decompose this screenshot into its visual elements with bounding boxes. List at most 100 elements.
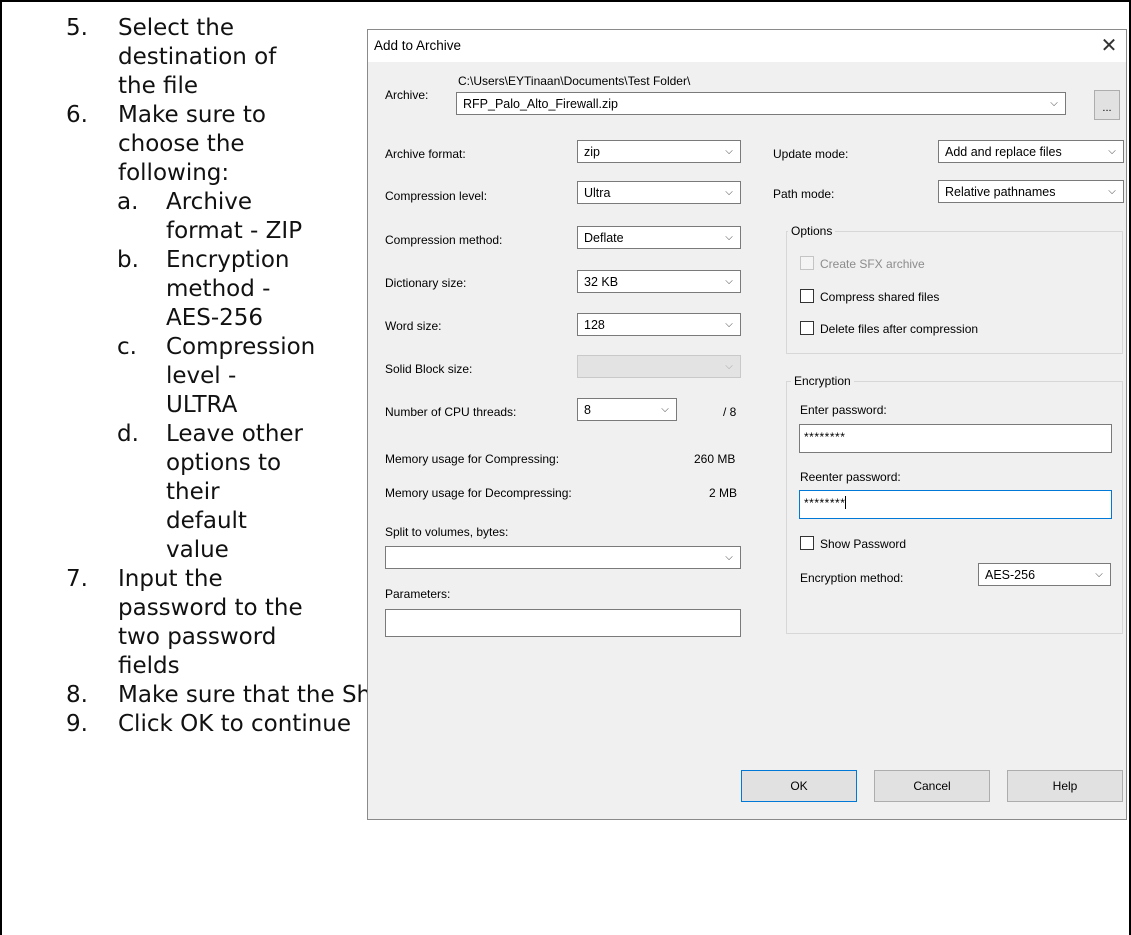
add-to-archive-dialog: Add to Archive ✕ Archive: C:\Users\EYTin… [367, 29, 1127, 820]
parameters-input[interactable] [385, 609, 741, 637]
compress-shared-label: Compress shared files [820, 290, 940, 304]
memory-decompress-value: 2 MB [709, 486, 738, 500]
step-text: fields [118, 653, 180, 679]
step-text: password to the [118, 595, 303, 621]
step-text: method - [166, 276, 271, 302]
enter-password-value: ******** [804, 430, 846, 444]
encryption-method-select[interactable]: AES-256 ⌵ [978, 563, 1111, 586]
path-mode-value: Relative pathnames [945, 185, 1056, 199]
step-text: Make sure to [118, 102, 266, 128]
cpu-threads-total: / 8 [723, 405, 737, 419]
chevron-down-icon: ⌵ [725, 146, 733, 157]
archive-label: Archive: [385, 88, 429, 102]
split-volumes-combo[interactable]: ⌵ [385, 546, 741, 569]
step-number: 5. [66, 15, 88, 41]
encryption-method-label: Encryption method: [800, 571, 904, 585]
archive-filename-combo[interactable]: RFP_Palo_Alto_Firewall.zip ⌵ [456, 92, 1066, 115]
text-caret [845, 496, 847, 509]
split-volumes-label: Split to volumes, bytes: [385, 525, 509, 539]
enter-password-input[interactable]: ******** [799, 424, 1112, 453]
update-mode-select[interactable]: Add and replace files ⌵ [938, 140, 1124, 163]
step-number: b. [117, 247, 139, 273]
step-text: format - ZIP [166, 218, 303, 244]
dictionary-size-value: 32 KB [584, 275, 619, 289]
step-text: AES-256 [166, 305, 264, 331]
step-text: Leave other [166, 421, 304, 447]
chevron-down-icon: ⌵ [725, 232, 733, 243]
cpu-threads-value: 8 [584, 403, 591, 417]
dictionary-size-select[interactable]: 32 KB ⌵ [577, 270, 741, 293]
compression-level-label: Compression level: [385, 189, 488, 203]
step-number: 9. [66, 711, 88, 737]
dialog-title: Add to Archive [374, 38, 462, 53]
step-text: two password [118, 624, 277, 650]
compression-level-select[interactable]: Ultra ⌵ [577, 181, 741, 204]
ok-button[interactable]: OK [741, 770, 857, 802]
solid-block-size-select: ⌵ [577, 355, 741, 378]
update-mode-value: Add and replace files [945, 145, 1062, 159]
step-number: 8. [66, 682, 88, 708]
step-text: Input the [118, 566, 223, 592]
reenter-password-input[interactable]: ******** [799, 490, 1112, 519]
step-text: Click OK to continue [118, 711, 352, 737]
word-size-value: 128 [584, 318, 605, 332]
reenter-password-text: ******** [804, 496, 847, 510]
options-group-title: Options [788, 224, 836, 238]
memory-compress-value: 260 MB [694, 452, 736, 466]
create-sfx-label: Create SFX archive [820, 257, 925, 271]
word-size-label: Word size: [385, 319, 442, 333]
close-icon[interactable]: ✕ [1096, 33, 1122, 59]
archive-format-label: Archive format: [385, 147, 466, 161]
chevron-down-icon: ⌵ [661, 404, 669, 415]
path-mode-label: Path mode: [773, 187, 835, 201]
step-number: d. [117, 421, 139, 447]
step-text: options to [166, 450, 282, 476]
step-text: Archive [166, 189, 253, 215]
step-number: a. [117, 189, 139, 215]
step-text: level - [166, 363, 237, 389]
help-button[interactable]: Help [1007, 770, 1123, 802]
step-text: Select the [118, 15, 235, 41]
step-text: ULTRA [166, 392, 238, 418]
show-password-checkbox[interactable] [800, 536, 814, 550]
archive-path: C:\Users\EYTinaan\Documents\Test Folder\ [458, 74, 691, 88]
compression-level-value: Ultra [584, 186, 611, 200]
encryption-method-value: AES-256 [985, 568, 1036, 582]
step-text: choose the [118, 131, 245, 157]
reenter-password-value: ******** [804, 496, 846, 510]
solid-block-size-label: Solid Block size: [385, 362, 473, 376]
chevron-down-icon: ⌵ [725, 187, 733, 198]
word-size-select[interactable]: 128 ⌵ [577, 313, 741, 336]
create-sfx-checkbox[interactable] [800, 256, 814, 270]
chevron-down-icon: ⌵ [1108, 186, 1116, 197]
instruction-steps: 5. Select the destination of the file 6.… [0, 0, 648, 935]
show-password-label: Show Password [820, 537, 907, 551]
chevron-down-icon: ⌵ [1108, 146, 1116, 157]
step-text: destination of [118, 44, 277, 70]
step-text: Encryption [166, 247, 290, 273]
update-mode-label: Update mode: [773, 147, 849, 161]
compression-method-select[interactable]: Deflate ⌵ [577, 226, 741, 249]
cpu-threads-select[interactable]: 8 ⌵ [577, 398, 677, 421]
memory-decompress-label: Memory usage for Decompressing: [385, 486, 572, 500]
compress-shared-checkbox[interactable] [800, 289, 814, 303]
chevron-down-icon: ⌵ [1050, 98, 1058, 109]
step-text: their [166, 479, 220, 505]
delete-after-label: Delete files after compression [820, 322, 979, 336]
cancel-button[interactable]: Cancel [874, 770, 990, 802]
step-number: c. [117, 334, 137, 360]
chevron-down-icon: ⌵ [725, 319, 733, 330]
path-mode-select[interactable]: Relative pathnames ⌵ [938, 180, 1124, 203]
step-number: 6. [66, 102, 88, 128]
chevron-down-icon: ⌵ [1095, 569, 1103, 580]
chevron-down-icon: ⌵ [725, 276, 733, 287]
archive-format-select[interactable]: zip ⌵ [577, 140, 741, 163]
enter-password-label: Enter password: [800, 403, 887, 417]
compression-method-value: Deflate [584, 231, 624, 245]
step-text: value [166, 537, 229, 563]
browse-button[interactable]: ... [1094, 90, 1120, 120]
archive-format-value: zip [584, 145, 600, 159]
delete-after-checkbox[interactable] [800, 321, 814, 335]
chevron-down-icon: ⌵ [725, 361, 733, 372]
cpu-threads-label: Number of CPU threads: [385, 405, 517, 419]
